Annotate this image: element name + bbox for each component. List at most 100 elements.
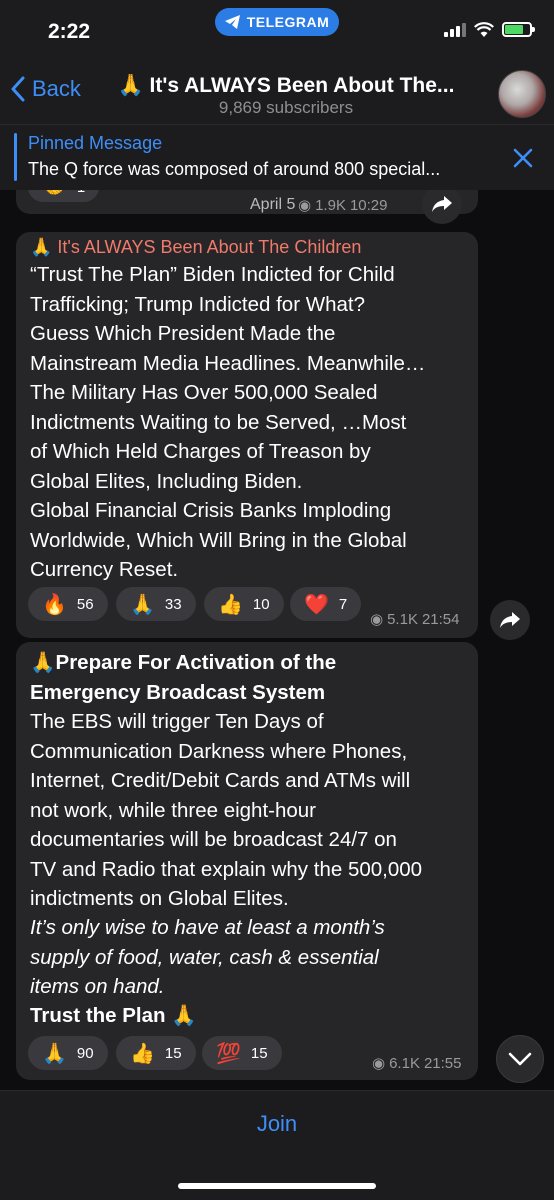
message-heading: 🙏Prepare For Activation of the Emergency… xyxy=(30,648,470,707)
reaction-count: 1 xyxy=(77,190,85,196)
message-bubble-2[interactable]: 🙏Prepare For Activation of the Emergency… xyxy=(16,642,478,1080)
prev-message-meta: ◉ 1.9K 10:29 xyxy=(298,196,388,215)
status-time: 2:22 xyxy=(48,20,91,43)
reaction-heart[interactable]: ❤️ 7 xyxy=(290,587,362,621)
eye-icon: ◉ xyxy=(370,611,384,628)
reaction-chip[interactable]: 🤝 1 xyxy=(28,190,100,202)
text-line: “Trust The Plan” Biden Indicted for Chil… xyxy=(30,263,395,286)
battery-icon xyxy=(502,22,535,37)
pray-emoji: 🙏 xyxy=(130,593,155,616)
status-icons xyxy=(444,22,535,37)
sender-name[interactable]: 🙏 It's ALWAYS Been About The Children xyxy=(30,237,361,258)
text-line: Emergency Broadcast System xyxy=(30,680,326,704)
telegram-pill-label: TELEGRAM xyxy=(246,14,330,30)
text-line: Communication Darkness where Phones, xyxy=(30,739,408,763)
text-line: Global Financial Crisis Banks Imploding xyxy=(30,499,392,522)
hundred-emoji: 💯 xyxy=(216,1042,241,1065)
text-line: documentaries will be broadcast 24/7 on xyxy=(30,828,397,851)
share-button[interactable] xyxy=(422,190,462,224)
join-button[interactable]: Join xyxy=(0,1111,554,1137)
fire-emoji: 🔥 xyxy=(42,593,67,616)
date-chip-label: April 5 xyxy=(250,196,296,213)
text-line: supply of food, water, cash & essential xyxy=(30,945,379,969)
share-arrow-icon xyxy=(500,612,520,628)
telegram-pill[interactable]: TELEGRAM xyxy=(215,8,339,36)
previous-message-bubble[interactable]: 🤝 1 xyxy=(16,190,478,214)
reaction-count: 33 xyxy=(164,595,182,613)
reaction-pray[interactable]: 🙏 33 xyxy=(116,587,196,621)
home-indicator xyxy=(178,1183,376,1189)
text-line: Currency Reset. xyxy=(30,558,179,581)
message-meta-1: ◉ 5.1K 21:54 xyxy=(370,610,460,629)
scroll-down-button[interactable] xyxy=(496,1035,544,1083)
pray-emoji: 🙏 xyxy=(42,1042,67,1065)
back-button[interactable]: Back xyxy=(10,76,81,102)
reaction-hundred[interactable]: 💯 15 xyxy=(202,1036,282,1070)
reaction-count: 10 xyxy=(252,595,270,613)
subscriber-count: 9,869 subscribers xyxy=(218,98,354,117)
wifi-icon xyxy=(474,22,494,37)
text-line: 🙏Prepare For Activation of the xyxy=(30,651,337,674)
view-count: 1.9K xyxy=(315,196,346,214)
telegram-plane-icon xyxy=(224,15,240,29)
message-meta-2: ◉ 6.1K 21:55 xyxy=(372,1054,462,1073)
view-count: 5.1K xyxy=(387,610,418,628)
channel-title[interactable]: 🙏 It's ALWAYS Been About The... xyxy=(96,74,476,98)
reaction-count: 90 xyxy=(76,1044,94,1062)
text-line: Global Elites, Including Biden. xyxy=(30,469,303,493)
reaction-count: 7 xyxy=(338,595,348,613)
text-line: TV and Radio that explain why the 500,00… xyxy=(30,857,423,881)
eye-icon: ◉ xyxy=(372,1055,386,1072)
back-label: Back xyxy=(32,76,81,101)
reaction-count: 15 xyxy=(250,1044,268,1062)
nav-bar: Back 🙏 It's ALWAYS Been About The... 9,8… xyxy=(0,62,554,124)
text-line: Mainstream Media Headlines. Meanwhile… xyxy=(30,351,426,375)
text-line: The Military Has Over 500,000 Sealed xyxy=(30,381,378,404)
message-closing: Trust the Plan 🙏 xyxy=(30,1004,197,1027)
text-line: Worldwide, Which Will Bring in the Globa… xyxy=(30,528,407,552)
text-line: Internet, Credit/Debit Cards and ATMs wi… xyxy=(30,769,411,792)
text-line: not work, while three eight-hour xyxy=(30,798,317,822)
view-count: 6.1K xyxy=(389,1054,420,1072)
cellular-signal-icon xyxy=(444,22,466,37)
chevron-left-icon xyxy=(11,76,25,102)
chat-area[interactable]: 🤝 1 April 5 ◉ 1.9K 10:29 🙏 It's ALWAYS B… xyxy=(0,190,554,1090)
handshake-emoji: 🤝 xyxy=(42,190,67,200)
reaction-thumbs-up[interactable]: 👍 10 xyxy=(204,587,284,621)
message-bubble-1[interactable]: 🙏 It's ALWAYS Been About The Children “T… xyxy=(16,232,478,638)
message-text-2: The EBS will trigger Ten Days of Communi… xyxy=(30,707,470,914)
text-line: Guess Which President Made the xyxy=(30,322,336,345)
message-time: 21:54 xyxy=(421,610,460,628)
pinned-message-bar[interactable]: Pinned Message The Q force was composed … xyxy=(0,124,554,190)
text-line: items on hand. xyxy=(30,975,165,998)
reaction-count: 15 xyxy=(164,1044,182,1062)
pinned-text: The Q force was composed of around 800 s… xyxy=(28,159,441,179)
channel-avatar[interactable] xyxy=(498,70,546,118)
pinned-label: Pinned Message xyxy=(28,133,163,153)
text-line: It’s only wise to have at least a month’… xyxy=(30,916,385,939)
share-arrow-icon xyxy=(432,196,452,212)
text-line: Indictments Waiting to be Served, …Most xyxy=(30,410,407,434)
thumbs-up-emoji: 👍 xyxy=(130,1042,155,1065)
message-time: 21:55 xyxy=(423,1054,462,1072)
share-button[interactable] xyxy=(490,600,530,640)
heart-emoji: ❤️ xyxy=(304,593,329,616)
pinned-accent-bar xyxy=(14,133,17,181)
text-line: of Which Held Charges of Treason by xyxy=(30,440,371,463)
text-line: indictments on Global Elites. xyxy=(30,887,289,910)
reaction-thumbs-up[interactable]: 👍 15 xyxy=(116,1036,196,1070)
join-bar: Join xyxy=(0,1090,554,1200)
close-icon[interactable] xyxy=(512,147,534,169)
thumbs-up-emoji: 👍 xyxy=(218,593,243,616)
reaction-count: 56 xyxy=(76,595,94,613)
chevron-down-icon xyxy=(508,1052,532,1066)
eye-icon: ◉ xyxy=(298,197,312,214)
text-line: Trafficking; Trump Indicted for What? xyxy=(30,292,365,316)
text-line: The EBS will trigger Ten Days of xyxy=(30,710,324,733)
reaction-pray[interactable]: 🙏 90 xyxy=(28,1036,108,1070)
date-chip: April 5 xyxy=(250,196,295,214)
message-time: 10:29 xyxy=(349,196,388,214)
status-bar: 2:22 TELEGRAM xyxy=(0,0,554,62)
message-text-1: “Trust The Plan” Biden Indicted for Chil… xyxy=(30,260,470,585)
reaction-fire[interactable]: 🔥 56 xyxy=(28,587,108,621)
